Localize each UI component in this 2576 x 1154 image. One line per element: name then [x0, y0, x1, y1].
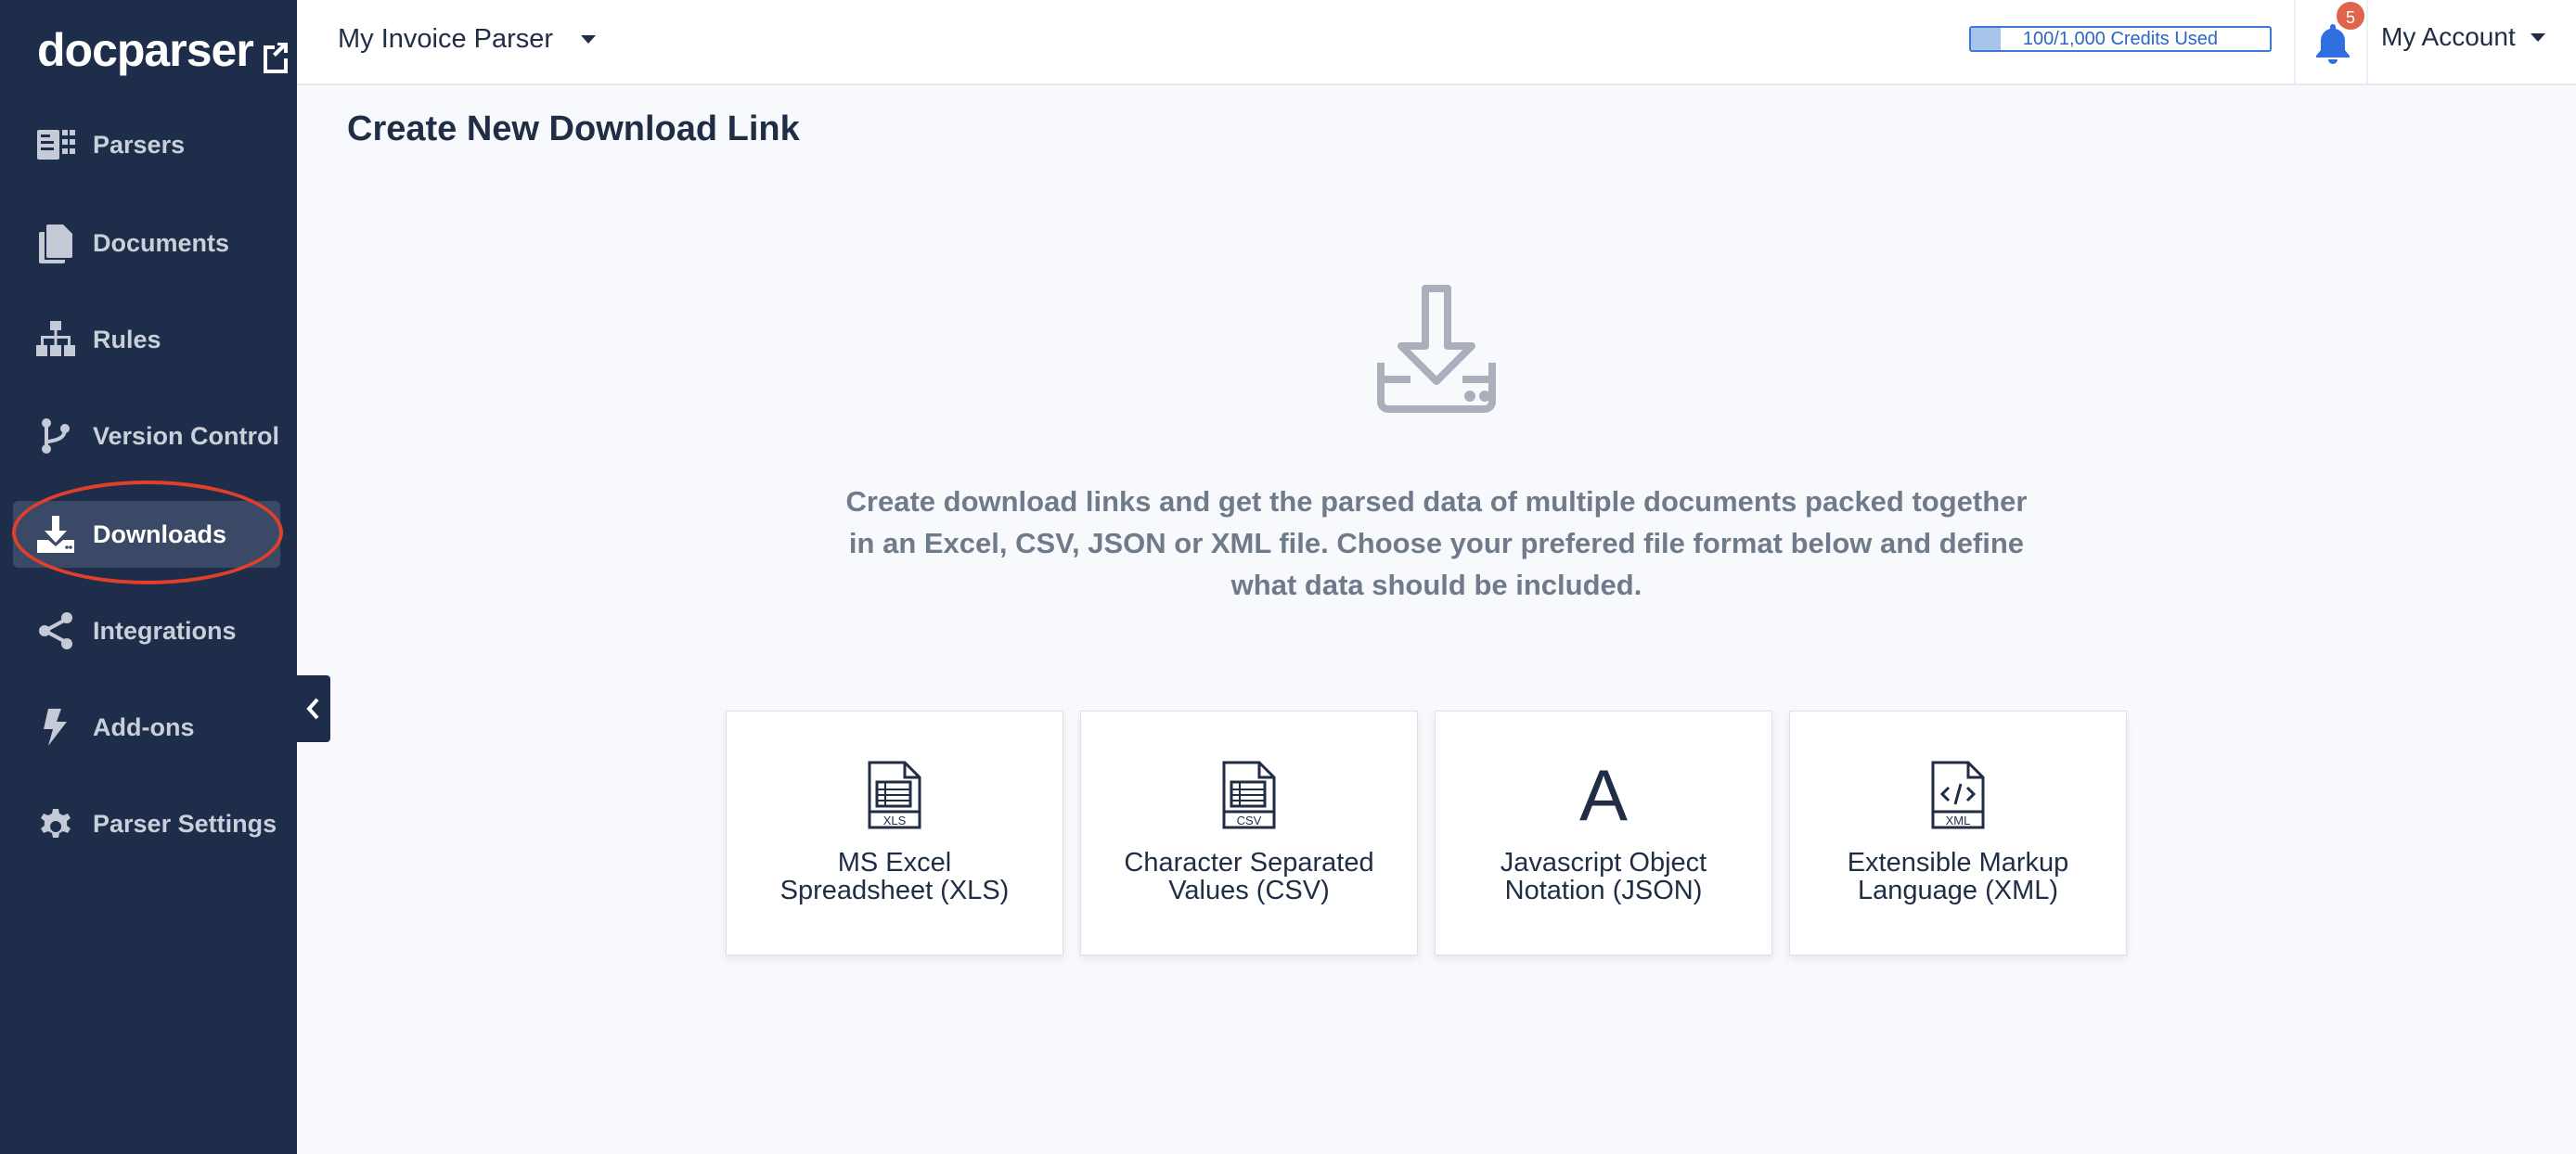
logo-text: docparser: [37, 24, 254, 76]
sidebar-item-label: Downloads: [93, 519, 227, 548]
format-label-line: Extensible Markup: [1847, 848, 2069, 878]
xls-file-icon: XLS: [868, 761, 921, 829]
sidebar-item-label: Rules: [93, 325, 161, 353]
format-label: Character Separated Values (CSV): [1090, 849, 1408, 904]
parser-selector[interactable]: My Invoice Parser: [338, 24, 597, 55]
format-card-xls[interactable]: XLS MS Excel Spreadsheet (XLS): [726, 711, 1063, 955]
format-label: Extensible Markup Language (XML): [1799, 849, 2117, 904]
bolt-icon: [33, 707, 78, 748]
sidebar-item-documents[interactable]: Documents: [13, 210, 280, 276]
caret-down-icon: [2530, 32, 2545, 42]
sidebar-item-downloads[interactable]: Downloads: [13, 501, 280, 568]
documents-icon: [33, 223, 78, 263]
sidebar-item-parser-settings[interactable]: Parser Settings: [13, 790, 280, 857]
sidebar-item-label: Add-ons: [93, 712, 195, 741]
format-card-xml[interactable]: XML Extensible Markup Language (XML): [1789, 711, 2127, 955]
format-label-line: Spreadsheet (XLS): [779, 876, 1010, 905]
format-card-json[interactable]: A Javascript Object Notation (JSON): [1435, 711, 1772, 955]
format-label-line: Javascript Object: [1500, 848, 1707, 878]
parser-name: My Invoice Parser: [338, 24, 554, 54]
divider: [2294, 0, 2296, 83]
xml-file-icon: XML: [1931, 761, 1985, 829]
sidebar-item-parsers[interactable]: Parsers: [13, 111, 280, 178]
format-label-line: Character Separated: [1124, 848, 1374, 878]
sidebar-item-add-ons[interactable]: Add-ons: [13, 694, 280, 761]
xls-tag: XLS: [883, 814, 907, 827]
format-label: Javascript Object Notation (JSON): [1445, 849, 1762, 904]
format-label-line: Notation (JSON): [1504, 876, 1703, 905]
format-label-line: Values (CSV): [1168, 876, 1330, 905]
branch-icon: [33, 416, 78, 456]
page-title: Create New Download Link: [347, 109, 800, 148]
sidebar-item-label: Parser Settings: [93, 809, 277, 838]
sidebar-item-label: Parsers: [93, 130, 186, 159]
format-label-line: MS Excel: [837, 848, 952, 878]
account-menu[interactable]: My Account: [2381, 22, 2545, 52]
download-tray-icon: [1377, 285, 1496, 413]
caret-down-icon: [581, 35, 597, 44]
sidebar-item-rules[interactable]: Rules: [13, 306, 280, 373]
page-description: Create download links and get the parsed…: [845, 485, 2028, 601]
share-icon: [33, 610, 78, 651]
sidebar: docparser Parsers Documents Rules Versio…: [0, 0, 297, 1154]
credits-progress-bar: 100/1,000 Credits Used: [1969, 26, 2272, 52]
notification-badge: 5: [2335, 0, 2366, 32]
sidebar-item-version-control[interactable]: Version Control: [13, 403, 280, 469]
top-bar: My Invoice Parser 100/1,000 Credits Used…: [297, 0, 2576, 85]
sidebar-item-integrations[interactable]: Integrations: [13, 597, 280, 664]
csv-file-icon: CSV: [1222, 761, 1276, 829]
credits-text: 100/1,000 Credits Used: [2022, 29, 2219, 49]
chevron-left-icon: [306, 698, 319, 720]
json-icon: A: [1578, 754, 1629, 836]
format-label: MS Excel Spreadsheet (XLS): [736, 849, 1053, 904]
gear-icon: [33, 803, 78, 844]
sidebar-item-label: Documents: [93, 228, 230, 257]
sidebar-item-label: Version Control: [93, 421, 280, 450]
account-label: My Account: [2381, 22, 2516, 51]
parsers-icon: [33, 124, 78, 165]
docparser-logo[interactable]: docparser: [37, 22, 290, 78]
xml-tag: XML: [1946, 814, 1971, 827]
divider: [2366, 0, 2368, 83]
sidebar-collapse-button[interactable]: [297, 675, 330, 742]
format-card-csv[interactable]: CSV Character Separated Values (CSV): [1080, 711, 1418, 955]
format-label-line: Language (XML): [1857, 876, 2059, 905]
logo-mark-icon: [261, 32, 290, 73]
sidebar-item-label: Integrations: [93, 616, 237, 645]
download-icon: [33, 514, 78, 555]
rules-icon: [33, 319, 78, 360]
csv-tag: CSV: [1237, 814, 1262, 827]
